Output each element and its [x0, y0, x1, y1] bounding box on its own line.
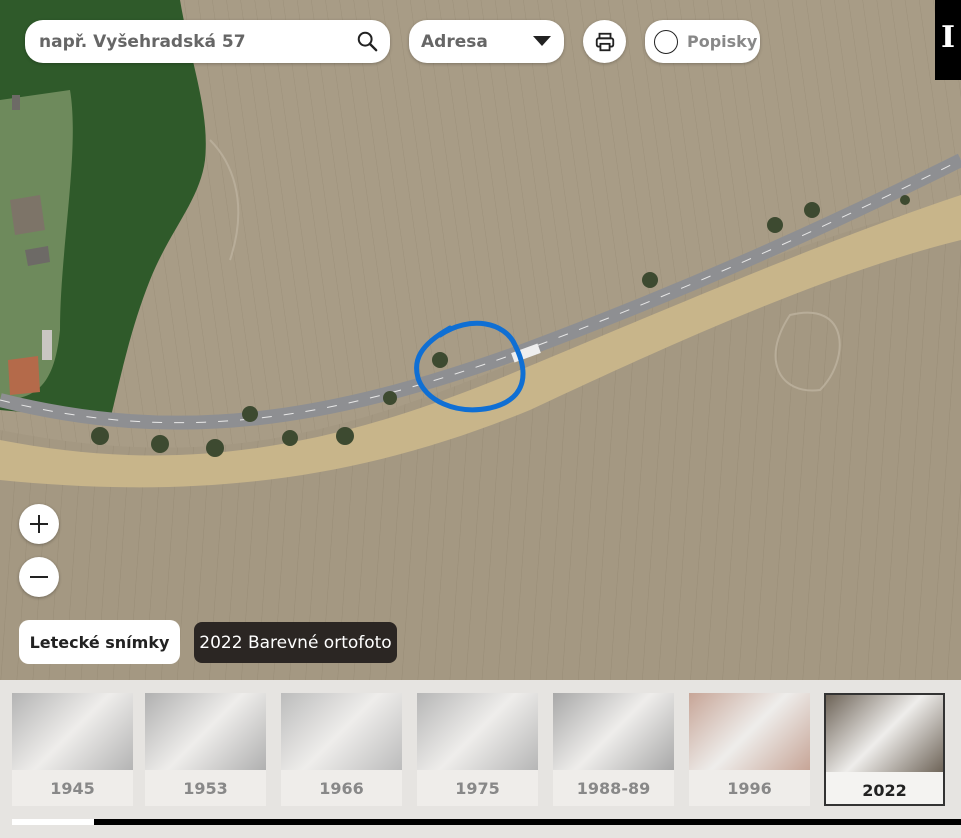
- search-type-label: Adresa: [421, 31, 488, 52]
- labels-toggle-label: Popisky: [687, 32, 758, 51]
- orthophoto-image: [0, 0, 961, 680]
- year-thumb-1966[interactable]: 1966: [281, 693, 402, 806]
- year-thumb-label: 1966: [281, 770, 402, 806]
- year-thumb-label: 2022: [826, 772, 943, 804]
- aerial-photos-button[interactable]: Letecké snímky: [19, 620, 180, 664]
- search-box[interactable]: [25, 20, 390, 63]
- print-button[interactable]: [583, 20, 626, 63]
- year-thumb-1996[interactable]: 1996: [689, 693, 810, 806]
- year-thumb-image: [689, 693, 810, 770]
- year-thumb-label: 1996: [689, 770, 810, 806]
- year-thumb-label: 1953: [145, 770, 266, 806]
- year-thumb-image: [553, 693, 674, 770]
- search-type-dropdown[interactable]: Adresa: [409, 20, 564, 63]
- radio-circle-icon[interactable]: [654, 29, 678, 54]
- year-thumb-image: [417, 693, 538, 770]
- year-thumb-image: [826, 695, 943, 772]
- year-thumb-2022[interactable]: 2022: [824, 693, 945, 806]
- year-thumb-1988-89[interactable]: 1988-89: [553, 693, 674, 806]
- year-thumb-image: [12, 693, 133, 770]
- printer-icon: [595, 32, 614, 51]
- zoom-out-button[interactable]: [19, 557, 59, 597]
- year-thumb-label: 1945: [12, 770, 133, 806]
- minus-icon: [30, 576, 48, 578]
- year-thumb-1975[interactable]: 1975: [417, 693, 538, 806]
- labels-toggle[interactable]: Popisky: [645, 20, 760, 63]
- year-thumb-label: 1975: [417, 770, 538, 806]
- year-thumb-image: [281, 693, 402, 770]
- scrollbar-thumb[interactable]: [12, 819, 94, 825]
- year-thumb-1945[interactable]: 1945: [12, 693, 133, 806]
- timeline-scrollbar[interactable]: [12, 819, 961, 825]
- zoom-in-button[interactable]: [19, 504, 59, 544]
- chevron-down-icon: [533, 36, 551, 46]
- info-button[interactable]: I: [935, 0, 961, 80]
- year-thumb-1953[interactable]: 1953: [145, 693, 266, 806]
- aerial-map[interactable]: [0, 0, 961, 680]
- search-input[interactable]: [37, 30, 341, 53]
- year-thumb-label: 1988-89: [553, 770, 674, 806]
- plus-icon: [30, 515, 48, 533]
- layer-tooltip: 2022 Barevné ortofoto: [194, 622, 397, 663]
- search-icon[interactable]: [356, 30, 378, 52]
- year-thumb-image: [145, 693, 266, 770]
